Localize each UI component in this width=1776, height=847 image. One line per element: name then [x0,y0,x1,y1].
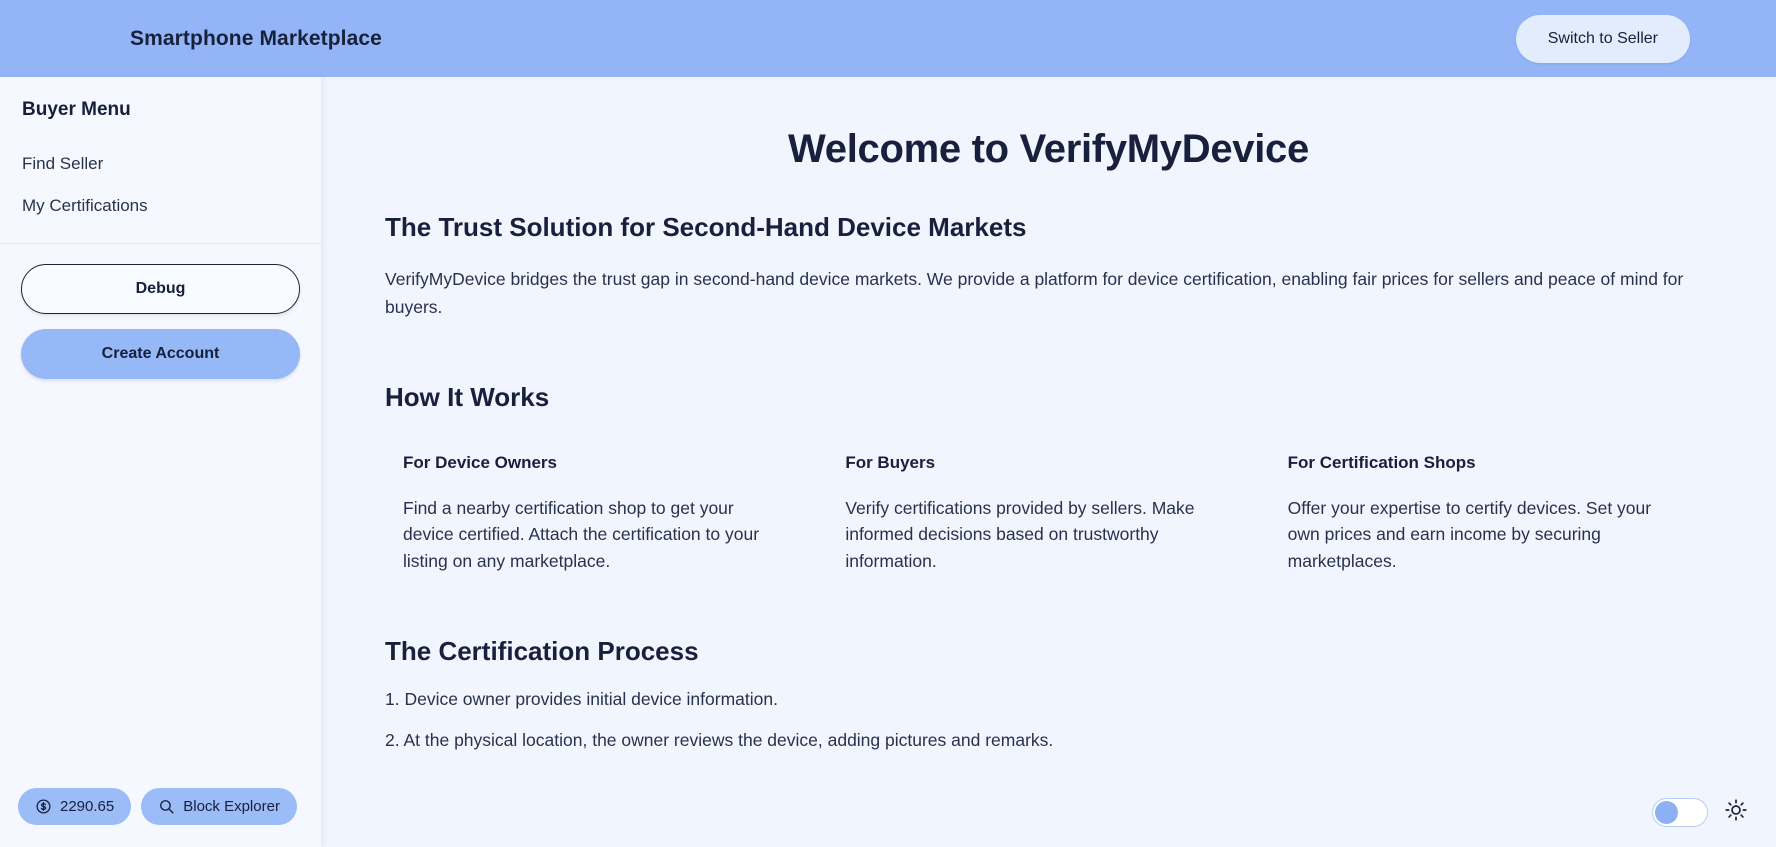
toggle-knob [1655,801,1678,824]
how-it-works-columns: For Device Owners Find a nearby certific… [385,453,1712,575]
sun-icon[interactable] [1724,798,1748,827]
certification-process-list: 1. Device owner provides initial device … [385,689,1712,751]
page-title: Welcome to VerifyMyDevice [788,127,1309,171]
trust-paragraph: VerifyMyDevice bridges the trust gap in … [385,269,1684,318]
column-certification-shops: For Certification Shops Offer your exper… [1270,453,1712,575]
app-header: Smartphone Marketplace Switch to Seller [0,0,1776,77]
block-explorer-chip[interactable]: Block Explorer [141,788,297,825]
sidebar-filler [0,379,321,788]
column-title: For Device Owners [403,452,558,472]
balance-value: 2290.65 [60,798,115,815]
column-body: Offer your expertise to certify devices.… [1287,497,1652,571]
theme-controls [1652,798,1748,827]
app-title: Smartphone Marketplace [130,26,382,50]
trust-heading: The Trust Solution for Second-Hand Devic… [385,212,1027,242]
debug-button[interactable]: Debug [21,264,300,314]
column-body: Verify certifications provided by seller… [845,497,1195,571]
dollar-circle-icon [35,798,52,815]
search-icon [158,798,175,815]
how-it-works-heading: How It Works [385,381,550,412]
app-root: Smartphone Marketplace Switch to Seller … [0,0,1776,847]
certification-process-heading: The Certification Process [385,636,699,667]
process-step: 2. At the physical location, the owner r… [385,730,1054,751]
block-explorer-label: Block Explorer [183,798,280,815]
main-content: Welcome to VerifyMyDevice The Trust Solu… [321,77,1776,847]
process-step: 1. Device owner provides initial device … [385,689,778,710]
sidebar-heading: Buyer Menu [22,99,131,120]
column-title: For Certification Shops [1287,452,1476,472]
switch-to-seller-button[interactable]: Switch to Seller [1515,14,1690,63]
sidebar-item-my-certifications[interactable]: My Certifications [22,189,299,223]
sidebar-item-find-seller[interactable]: Find Seller [22,147,299,181]
balance-chip[interactable]: 2290.65 [18,788,132,825]
sidebar-menu-section: Buyer Menu Find Seller My Certifications [0,77,321,244]
sidebar-footer: 2290.65 Block Explorer [0,788,321,847]
body-wrapper: Buyer Menu Find Seller My Certifications… [0,77,1776,847]
column-device-owners: For Device Owners Find a nearby certific… [385,453,827,575]
column-buyers: For Buyers Verify certifications provide… [827,453,1269,575]
sidebar: Buyer Menu Find Seller My Certifications… [0,77,321,847]
dark-mode-toggle[interactable] [1652,798,1708,827]
sidebar-actions: Debug Create Account [0,244,321,379]
create-account-button[interactable]: Create Account [21,329,300,379]
column-body: Find a nearby certification shop to get … [403,497,760,571]
column-title: For Buyers [845,452,936,472]
